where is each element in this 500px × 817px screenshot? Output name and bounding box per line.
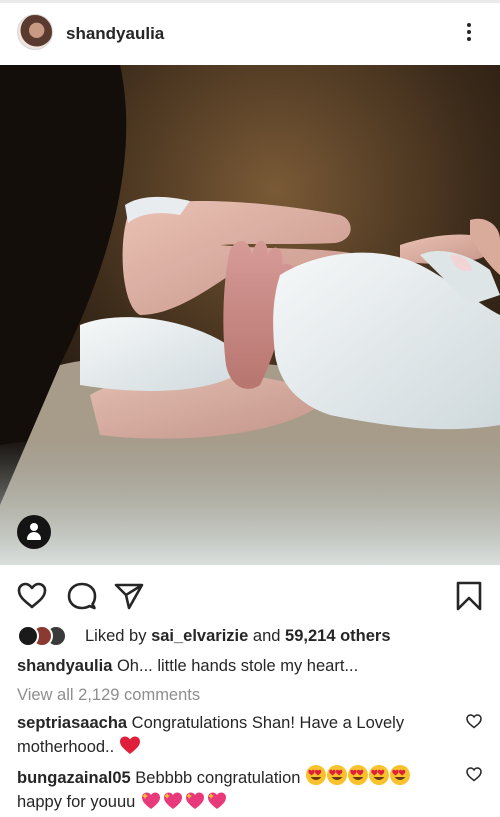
paper-plane-icon[interactable]: [112, 579, 146, 613]
photo-illustration: [0, 65, 500, 565]
bookmark-icon[interactable]: [452, 579, 486, 613]
avatar[interactable]: [17, 14, 53, 50]
likes-user[interactable]: sai_elvarizie: [151, 627, 248, 645]
comment: bungazainal05 Bebbbb congratulation happ…: [17, 764, 457, 814]
comment-like-heart-icon[interactable]: [465, 765, 483, 783]
likes-summary[interactable]: Liked by sai_elvarizie and 59,214 others: [85, 627, 391, 646]
comment-bubble-icon[interactable]: [65, 579, 99, 613]
heart-eyes-emoji-group: [305, 765, 411, 787]
comment-like-heart-icon[interactable]: [465, 712, 483, 730]
comment-username[interactable]: septriasaacha: [17, 714, 127, 732]
liker-avatars[interactable]: [17, 625, 77, 647]
comment-text-line2: happy for youuu: [17, 793, 136, 811]
comment-username[interactable]: bungazainal05: [17, 769, 131, 787]
comment: septriasaacha Congratulations Shan! Have…: [17, 711, 457, 759]
caption-text: Oh... little hands stole my heart...: [116, 657, 359, 675]
view-all-comments-link[interactable]: View all 2,129 comments: [17, 686, 200, 705]
comment-text: Bebbbb congratulation: [135, 769, 301, 787]
heart-outline-icon[interactable]: [15, 579, 49, 613]
post-username[interactable]: shandyaulia: [66, 24, 164, 44]
more-vertical-icon[interactable]: [462, 23, 476, 47]
caption-username[interactable]: shandyaulia: [17, 657, 112, 675]
heart-eyes-icon: [306, 765, 411, 785]
caption: shandyaulia Oh... little hands stole my …: [17, 657, 358, 676]
likes-prefix: Liked by: [85, 627, 147, 645]
liker-avatar: [17, 625, 39, 647]
action-bar: [0, 565, 500, 623]
red-heart-icon: [119, 736, 140, 754]
likes-count[interactable]: 59,214 others: [285, 627, 390, 645]
likes-and: and: [252, 627, 281, 645]
post-header: shandyaulia: [0, 3, 500, 65]
likes-row: Liked by sai_elvarizie and 59,214 others: [17, 625, 487, 647]
sparkling-heart-icon: [141, 792, 226, 809]
post-photo[interactable]: [0, 65, 500, 565]
user-tag-icon[interactable]: [17, 515, 51, 549]
